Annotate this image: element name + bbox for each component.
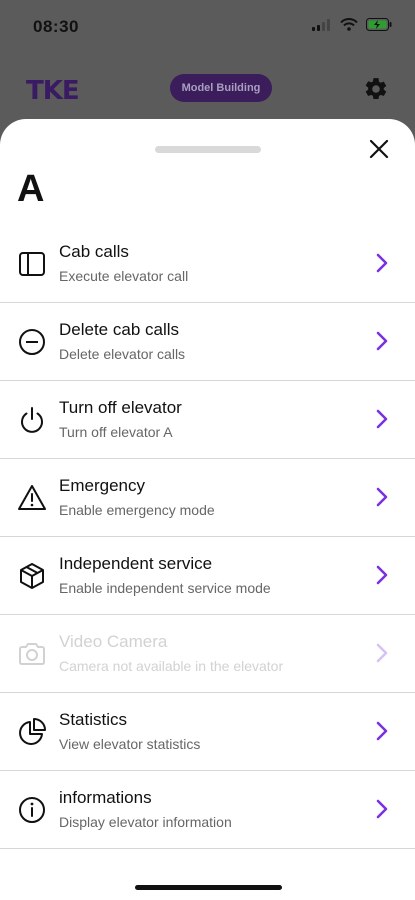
item-label: Delete cab calls (59, 320, 180, 339)
item-label: Emergency (59, 476, 145, 495)
item-label: informations (59, 788, 152, 807)
battery-charging-icon (366, 18, 392, 31)
item-subtitle: Enable emergency mode (59, 502, 215, 518)
camera-icon (19, 643, 45, 665)
warning-icon (18, 485, 46, 510)
chevron-right-icon (376, 409, 388, 429)
cube-icon (20, 563, 44, 589)
item-label: Statistics (59, 710, 128, 729)
gear-icon[interactable] (363, 76, 389, 102)
action-sheet: A Cab calls Execute elevator call Delete… (0, 119, 415, 900)
wifi-icon (340, 18, 358, 31)
chevron-right-icon (376, 721, 388, 741)
list-item-delete-cab-calls[interactable]: Delete cab calls Delete elevator calls (0, 303, 415, 381)
power-icon (21, 407, 43, 433)
list-item-video-camera: Video Camera Camera not available in the… (0, 615, 415, 693)
chevron-right-icon (376, 487, 388, 507)
item-subtitle: Delete elevator calls (59, 346, 186, 362)
pie-chart-icon (19, 718, 46, 745)
item-subtitle: Turn off elevator A (59, 424, 173, 440)
cellular-signal-icon (312, 18, 330, 31)
panel-icon (19, 252, 45, 276)
building-selector[interactable]: Model Building (170, 74, 272, 102)
chevron-right-icon (376, 565, 388, 585)
action-list: Cab calls Execute elevator call Delete c… (0, 225, 415, 849)
tke-logo: TKE (26, 76, 80, 106)
list-item-cab-calls[interactable]: Cab calls Execute elevator call (0, 225, 415, 303)
item-subtitle: Camera not available in the elevator (59, 658, 284, 674)
list-item-statistics[interactable]: Statistics View elevator statistics (0, 693, 415, 771)
app-bar: TKE Model Building (0, 60, 415, 116)
item-label: Video Camera (59, 632, 168, 651)
minus-circle-icon (19, 329, 45, 355)
list-item-informations[interactable]: informations Display elevator informatio… (0, 771, 415, 849)
chevron-right-icon (376, 643, 388, 663)
close-icon[interactable] (367, 137, 391, 161)
item-label: Independent service (59, 554, 213, 573)
info-icon (19, 797, 45, 823)
list-item-emergency[interactable]: Emergency Enable emergency mode (0, 459, 415, 537)
home-indicator[interactable] (135, 885, 282, 890)
item-subtitle: View elevator statistics (59, 736, 201, 752)
status-icons (312, 18, 393, 31)
item-label: Turn off elevator (59, 398, 182, 417)
list-item-independent-service[interactable]: Independent service Enable independent s… (0, 537, 415, 615)
sheet-grabber[interactable] (155, 146, 261, 153)
item-label: Cab calls (59, 242, 129, 261)
list-item-turn-off-elevator[interactable]: Turn off elevator Turn off elevator A (0, 381, 415, 459)
item-subtitle: Execute elevator call (59, 268, 189, 284)
chevron-right-icon (376, 253, 388, 273)
chevron-right-icon (376, 799, 388, 819)
item-subtitle: Enable independent service mode (59, 580, 271, 596)
chevron-right-icon (376, 331, 388, 351)
item-subtitle: Display elevator information (59, 814, 232, 830)
status-time: 08:30 (33, 17, 79, 36)
status-bar: 08:30 (0, 0, 415, 50)
sheet-title: A (17, 168, 45, 210)
